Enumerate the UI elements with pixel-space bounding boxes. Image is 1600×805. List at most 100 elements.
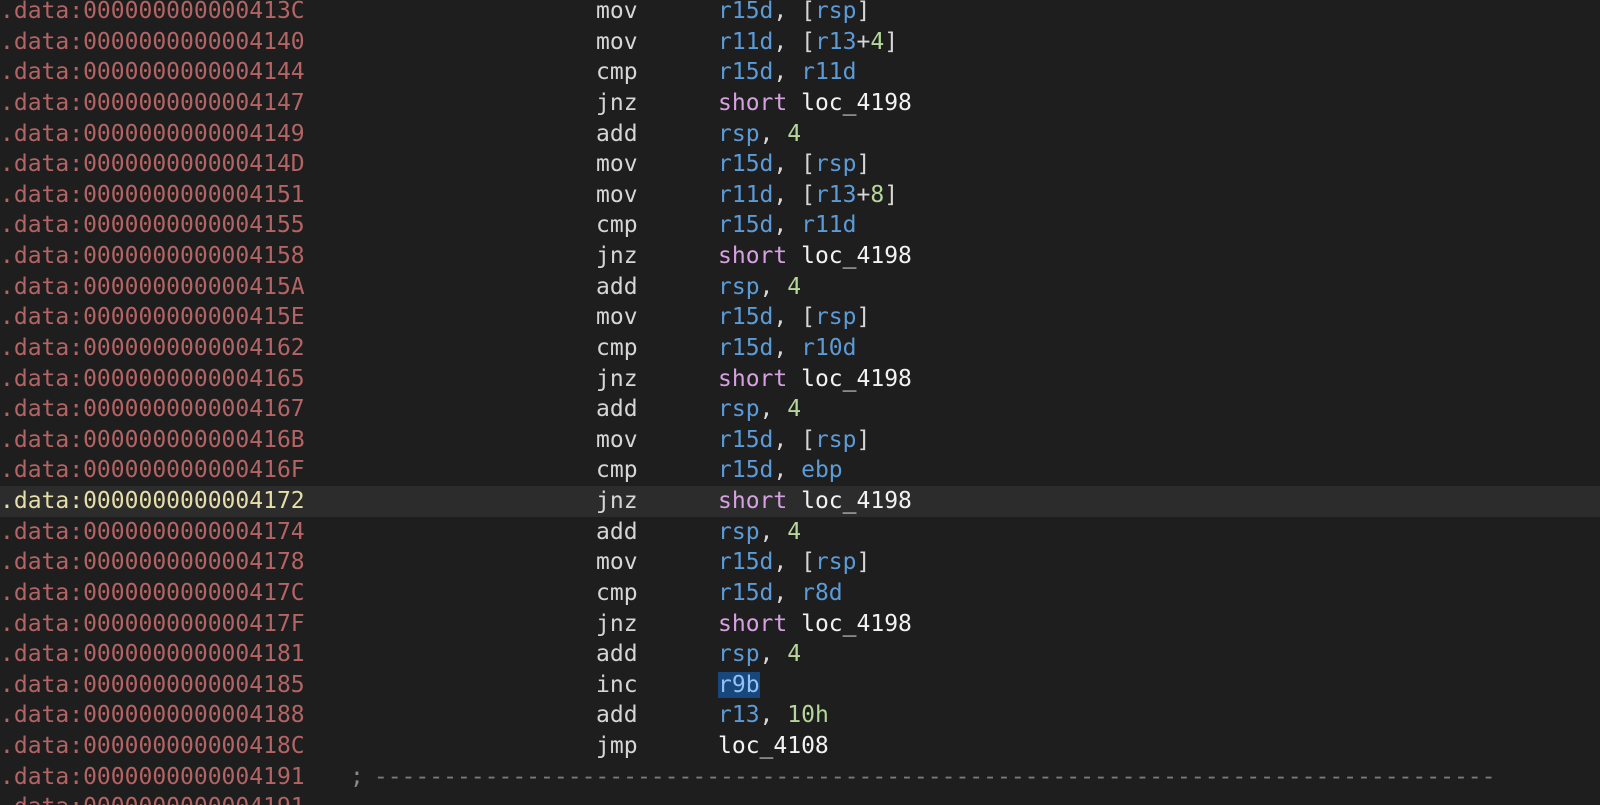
row-address[interactable]: .data:0000000000004144 [0,57,305,88]
listing-row[interactable]: .data:0000000000004185 inc r9b [0,670,1600,701]
row-address[interactable]: .data:0000000000004151 [0,180,305,211]
row-address[interactable]: .data:000000000000416B [0,425,305,456]
operand-register[interactable]: rsp [718,121,760,147]
listing-row[interactable]: .data:000000000000414D mov r15d, [rsp] [0,149,1600,180]
row-mnemonic[interactable]: jnz [596,609,638,640]
listing-row[interactable]: .data:000000000000413C mov r15d, [rsp] [0,0,1600,27]
operand-immediate[interactable]: 10h [787,702,829,728]
operand-register[interactable]: r13 [815,29,857,55]
row-mnemonic[interactable]: add [596,272,638,303]
operand-immediate[interactable]: 4 [870,29,884,55]
row-address[interactable]: .data:0000000000004178 [0,547,305,578]
operand-register[interactable]: ebp [801,457,843,483]
listing-row[interactable]: .data:0000000000004140 mov r11d, [r13+4] [0,27,1600,58]
listing-row[interactable]: .data:000000000000416B mov r15d, [rsp] [0,425,1600,456]
row-address[interactable]: .data:000000000000415E [0,302,305,333]
row-mnemonic[interactable]: mov [596,0,638,27]
operand-register[interactable]: r13 [815,182,857,208]
row-address[interactable]: .data:000000000000417C [0,578,305,609]
row-mnemonic[interactable]: jnz [596,241,638,272]
row-mnemonic[interactable]: mov [596,425,638,456]
row-mnemonic[interactable]: jnz [596,88,638,119]
listing-row[interactable]: .data:0000000000004191 [0,792,1600,805]
operand-register[interactable]: r13 [718,702,760,728]
operand-register[interactable]: r15d [718,549,773,575]
operand-register[interactable]: r15d [718,427,773,453]
row-address[interactable]: .data:0000000000004191 [0,762,305,793]
row-mnemonic[interactable]: add [596,394,638,425]
operand-register[interactable]: r15d [718,151,773,177]
listing-row[interactable]: .data:0000000000004162 cmp r15d, r10d [0,333,1600,364]
listing-row[interactable]: .data:0000000000004155 cmp r15d, r11d [0,210,1600,241]
operand-register[interactable]: r15d [718,457,773,483]
row-address[interactable]: .data:0000000000004174 [0,517,305,548]
operand-register[interactable]: r15d [718,580,773,606]
listing-row[interactable]: .data:000000000000418C jmp loc_4108 [0,731,1600,762]
row-address[interactable]: .data:000000000000416F [0,455,305,486]
row-address[interactable]: .data:0000000000004191 [0,792,305,805]
operand-keyword[interactable]: short [718,90,787,116]
row-address[interactable]: .data:000000000000414D [0,149,305,180]
row-address[interactable]: .data:0000000000004167 [0,394,305,425]
row-address[interactable]: .data:0000000000004147 [0,88,305,119]
operand-register[interactable]: rsp [815,427,857,453]
operand-register[interactable]: r10d [801,335,856,361]
row-mnemonic[interactable]: add [596,119,638,150]
listing-row[interactable]: .data:0000000000004178 mov r15d, [rsp] [0,547,1600,578]
row-mnemonic[interactable]: add [596,517,638,548]
row-mnemonic[interactable]: add [596,639,638,670]
operand-immediate[interactable]: 4 [787,121,801,147]
row-address[interactable]: .data:000000000000418C [0,731,305,762]
operand-label[interactable]: loc_4198 [801,90,912,116]
row-address[interactable]: .data:0000000000004162 [0,333,305,364]
listing-row[interactable]: .data:0000000000004158 jnz short loc_4198 [0,241,1600,272]
listing-row[interactable]: .data:0000000000004165 jnz short loc_4198 [0,364,1600,395]
listing-row[interactable]: .data:0000000000004149 add rsp, 4 [0,119,1600,150]
operand-immediate[interactable]: 8 [870,182,884,208]
row-address[interactable]: .data:0000000000004140 [0,27,305,58]
row-mnemonic[interactable]: add [596,700,638,731]
operand-label[interactable]: loc_4198 [801,366,912,392]
listing-row[interactable]: .data:0000000000004151 mov r11d, [r13+8] [0,180,1600,211]
operand-register[interactable]: rsp [718,396,760,422]
row-address[interactable]: .data:0000000000004165 [0,364,305,395]
row-mnemonic[interactable]: mov [596,27,638,58]
operand-label[interactable]: loc_4198 [801,488,912,514]
row-mnemonic[interactable]: jnz [596,364,638,395]
listing-row[interactable]: .data:0000000000004181 add rsp, 4 [0,639,1600,670]
row-address[interactable]: .data:000000000000415A [0,272,305,303]
row-address[interactable]: .data:000000000000413C [0,0,305,27]
operand-label[interactable]: loc_4198 [801,243,912,269]
row-mnemonic[interactable]: cmp [596,210,638,241]
operand-register[interactable]: r15d [718,335,773,361]
listing-row[interactable]: .data:0000000000004174 add rsp, 4 [0,517,1600,548]
listing-row[interactable]: .data:000000000000416F cmp r15d, ebp [0,455,1600,486]
row-mnemonic[interactable]: cmp [596,57,638,88]
row-address[interactable]: .data:000000000000417F [0,609,305,640]
operand-register[interactable]: rsp [815,549,857,575]
listing-row[interactable]: .data:000000000000415E mov r15d, [rsp] [0,302,1600,333]
listing-row[interactable]: .data:0000000000004167 add rsp, 4 [0,394,1600,425]
disassembly-listing[interactable]: .data:000000000000413C mov r15d, [rsp] .dat… [0,0,1600,805]
operand-register[interactable]: r15d [718,212,773,238]
row-mnemonic[interactable]: cmp [596,455,638,486]
operand-register[interactable]: rsp [718,641,760,667]
operand-register[interactable]: rsp [815,304,857,330]
row-address[interactable]: .data:0000000000004172 [0,486,305,517]
listing-row[interactable]: .data:0000000000004144 cmp r15d, r11d [0,57,1600,88]
operand-register[interactable]: r15d [718,59,773,85]
row-address[interactable]: .data:0000000000004158 [0,241,305,272]
operand-label[interactable]: loc_4108 [718,733,829,759]
operand-keyword[interactable]: short [718,366,787,392]
row-mnemonic[interactable]: jmp [596,731,638,762]
row-mnemonic[interactable]: cmp [596,578,638,609]
listing-row[interactable]: .data:000000000000417F jnz short loc_4198 [0,609,1600,640]
listing-row[interactable]: .data:000000000000417C cmp r15d, r8d [0,578,1600,609]
operand-register[interactable]: r11d [718,182,773,208]
operand-immediate[interactable]: 4 [787,396,801,422]
operand-register[interactable]: r11d [801,212,856,238]
operand-register[interactable]: r15d [718,304,773,330]
operand-register[interactable]: r15d [718,0,773,24]
row-mnemonic[interactable]: mov [596,149,638,180]
operand-register[interactable]: rsp [718,274,760,300]
